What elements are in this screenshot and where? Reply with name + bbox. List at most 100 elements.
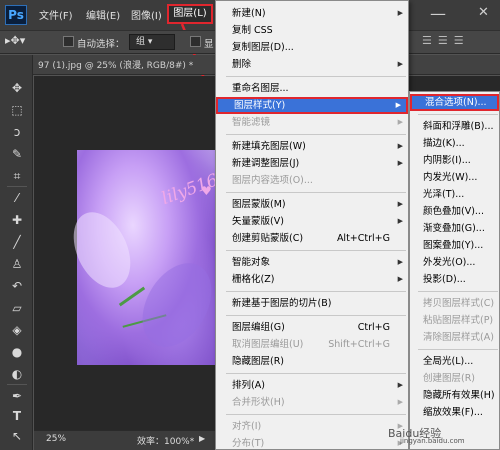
brush-tool-icon[interactable]: ╱	[9, 234, 25, 250]
layer-style-item[interactable]: 清除图层样式(A)	[410, 329, 499, 346]
layer-menu-item[interactable]: 新建(N) ▶	[216, 5, 408, 22]
layer-style-item[interactable]: 投影(D)...	[410, 271, 499, 288]
layer-menu-item[interactable]: 分布(T) ▶	[216, 435, 408, 450]
layer-menu-item[interactable]: 图层编组(G) Ctrl+G	[216, 319, 408, 336]
layer-style-item[interactable]: 外发光(O)...	[410, 254, 499, 271]
layer-menu-item[interactable]: 图层蒙版(M) ▶	[216, 196, 408, 213]
layer-menu-item[interactable]: 栅格化(Z) ▶	[216, 271, 408, 288]
layer-menu-item[interactable]: 矢量蒙版(V) ▶	[216, 213, 408, 230]
layer-style-item[interactable]: 渐变叠加(G)...	[410, 220, 499, 237]
layer-style-item[interactable]: 拷贝图层样式(C)	[410, 295, 499, 312]
layer-style-item[interactable]: 图案叠加(Y)...	[410, 237, 499, 254]
eraser-tool-icon[interactable]: ▱	[9, 300, 25, 316]
layer-menu-item[interactable]: 智能滤镜 ▶	[216, 114, 408, 131]
menu-image[interactable]: 图像(I)	[131, 7, 162, 22]
layer-style-item[interactable]: 全局光(L)...	[410, 353, 499, 370]
zoom-level[interactable]: 25%	[46, 434, 66, 444]
petal	[128, 251, 226, 359]
auto-select-checkbox[interactable]	[63, 36, 74, 47]
submenu-item-label: 投影(D)...	[423, 274, 466, 285]
align-icons[interactable]: ☰☰☰	[422, 34, 498, 50]
submenu-arrow-icon: ▶	[397, 118, 403, 126]
layer-style-item[interactable]: 隐藏所有效果(H)	[410, 387, 499, 404]
layer-style-item[interactable]: 光泽(T)...	[410, 186, 499, 203]
layer-menu-item[interactable]: 创建剪贴蒙版(C) Alt+Ctrl+G	[216, 230, 408, 247]
submenu-arrow-icon: ▶	[397, 60, 403, 68]
layer-menu-item[interactable]: 取消图层编组(U) Shift+Ctrl+G	[216, 336, 408, 353]
submenu-item-label: 内发光(W)...	[423, 172, 478, 183]
layer-menu-item[interactable]: 图层样式(Y) ▶	[216, 97, 408, 114]
menu-file[interactable]: 文件(F)	[39, 7, 73, 22]
layer-menu-item[interactable]: 删除 ▶	[216, 56, 408, 73]
submenu-separator	[418, 114, 498, 115]
layer-menu-item[interactable]: 排列(A) ▶	[216, 377, 408, 394]
menu-item-label: 新建填充图层(W)	[232, 141, 306, 152]
layer-menu-item[interactable]: 新建填充图层(W) ▶	[216, 138, 408, 155]
document-tab[interactable]: 97 (1).jpg @ 25% (浪漫, RGB/8#) *	[38, 58, 193, 71]
menu-item-label: 对齐(I)	[232, 421, 262, 432]
crop-tool-icon[interactable]: ⌗	[9, 168, 25, 184]
submenu-arrow-icon: ▶	[397, 381, 403, 389]
history-brush-tool-icon[interactable]: ↶	[9, 278, 25, 294]
menu-shortcut: Alt+Ctrl+G	[336, 233, 390, 244]
submenu-separator	[418, 291, 498, 292]
layer-style-item[interactable]: 斜面和浮雕(B)...	[410, 118, 499, 135]
layer-style-item[interactable]: 混合选项(N)...	[410, 94, 499, 111]
layer-style-item[interactable]: 创建图层(R)	[410, 370, 499, 387]
dodge-tool-icon[interactable]: ◐	[9, 366, 25, 382]
minimize-icon[interactable]: —	[430, 4, 446, 23]
menu-separator	[226, 414, 406, 415]
layer-menu-item[interactable]: 图层内容选项(O)...	[216, 172, 408, 189]
submenu-item-label: 缩放效果(F)...	[423, 407, 483, 418]
submenu-item-label: 隐藏所有效果(H)	[423, 390, 495, 401]
layer-menu-item[interactable]: 新建调整图层(J) ▶	[216, 155, 408, 172]
submenu-arrow-icon: ▶	[397, 258, 403, 266]
healing-brush-tool-icon[interactable]: ✚	[9, 212, 25, 228]
status-arrow-icon[interactable]: ▶	[199, 434, 205, 443]
menu-item-label: 智能滤镜	[232, 117, 271, 128]
paint-bucket-tool-icon[interactable]: ◈	[9, 322, 25, 338]
heart-icon: ♥	[201, 184, 212, 198]
show-transform-label: 显	[204, 39, 214, 50]
submenu-item-label: 颜色叠加(V)...	[423, 206, 484, 217]
layer-menu-item[interactable]: 合并形状(H) ▶	[216, 394, 408, 411]
path-select-tool-icon[interactable]: ↖	[9, 428, 25, 444]
layer-style-item[interactable]: 颜色叠加(V)...	[410, 203, 499, 220]
quick-select-tool-icon[interactable]: ✎	[9, 146, 25, 162]
submenu-item-label: 光泽(T)...	[423, 189, 465, 200]
menu-edit[interactable]: 编辑(E)	[86, 7, 120, 22]
close-icon[interactable]: ✕	[478, 5, 489, 20]
layer-style-item[interactable]: 内发光(W)...	[410, 169, 499, 186]
auto-select-dropdown[interactable]: 组 ▾	[129, 34, 175, 50]
layer-style-item[interactable]: 粘贴图层样式(P)	[410, 312, 499, 329]
blur-tool-icon[interactable]: ●	[9, 344, 25, 360]
stamp-tool-icon[interactable]: ♙	[9, 256, 25, 272]
layer-style-item[interactable]: 内阴影(I)...	[410, 152, 499, 169]
layer-menu-item[interactable]: 复制 CSS	[216, 22, 408, 39]
menu-layer[interactable]: 图层(L)	[167, 4, 213, 24]
layer-style-item[interactable]: 描边(K)...	[410, 135, 499, 152]
marquee-tool-icon[interactable]: ⬚	[9, 102, 25, 118]
layer-menu-item[interactable]: 智能对象 ▶	[216, 254, 408, 271]
layer-menu-item[interactable]: 隐藏图层(R)	[216, 353, 408, 370]
menu-shortcut: Shift+Ctrl+G	[328, 339, 390, 350]
move-tool-icon[interactable]: ✥	[9, 80, 25, 96]
layer-style-item[interactable]: 缩放效果(F)...	[410, 404, 499, 421]
menu-item-label: 矢量蒙版(V)	[232, 216, 284, 227]
layer-menu-item[interactable]: 复制图层(D)...	[216, 39, 408, 56]
eyedropper-tool-icon[interactable]: ⁄	[9, 190, 25, 206]
menu-separator	[226, 134, 406, 135]
flower-stem	[118, 286, 146, 307]
pen-tool-icon[interactable]: ✒	[9, 388, 25, 404]
layer-menu-item[interactable]: 重命名图层...	[216, 80, 408, 97]
menu-item-label: 新建基于图层的切片(B)	[232, 298, 332, 309]
layer-menu-item[interactable]: 新建基于图层的切片(B)	[216, 295, 408, 312]
layer-menu-item[interactable]: 对齐(I) ▶	[216, 418, 408, 435]
menu-item-label: 排列(A)	[232, 380, 265, 391]
submenu-item-label: 图案叠加(Y)...	[423, 240, 484, 251]
show-transform-checkbox[interactable]	[190, 36, 201, 47]
menu-separator	[226, 315, 406, 316]
type-tool-icon[interactable]: T	[9, 408, 25, 424]
lasso-tool-icon[interactable]: ↄ	[9, 124, 25, 140]
move-tool-preset-icon[interactable]: ▸✥▾	[5, 34, 37, 50]
